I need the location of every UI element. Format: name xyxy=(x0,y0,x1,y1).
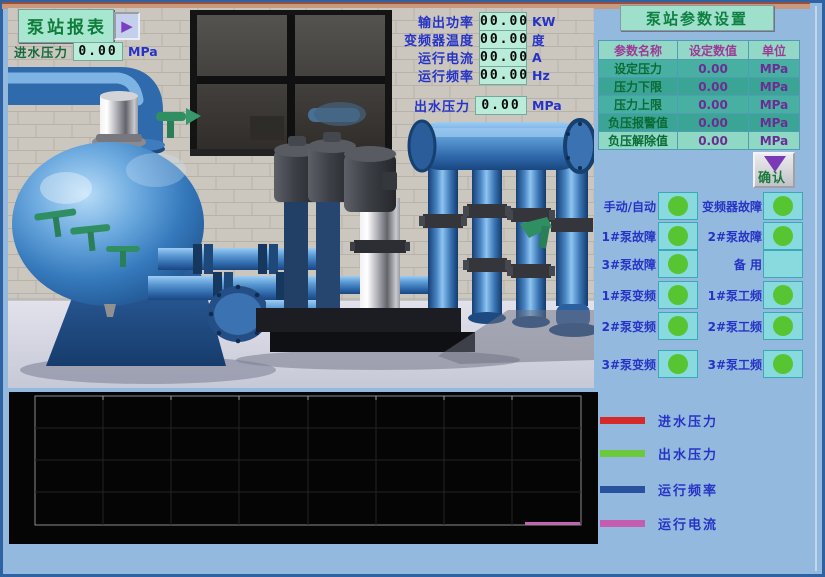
output-power-readout: 输出功率 00.00 KW xyxy=(308,13,560,30)
indicator-label-pump3-fault: 3#泵故障 xyxy=(602,256,656,273)
param-name: 负压报警值 xyxy=(599,114,677,131)
inverter-temp-label: 变频器温度 xyxy=(404,30,474,49)
run-current-value: 00.00 xyxy=(479,48,527,67)
indicator-label-manual-auto: 手动/自动 xyxy=(604,198,656,215)
param-unit: MPa xyxy=(749,132,799,149)
output-power-unit: KW xyxy=(532,14,560,29)
indicator-label-pump1-fault: 1#泵故障 xyxy=(602,228,656,245)
indicator-pump1-mains xyxy=(763,281,803,309)
indicator-pump1-fault xyxy=(658,222,698,250)
indicator-vfd-fault xyxy=(763,192,803,220)
indicator-manual-auto xyxy=(658,192,698,220)
param-value-field[interactable]: 0.00 xyxy=(678,96,748,113)
indicator-pump2-vfd xyxy=(658,312,698,340)
indicator-label-vfd-fault: 变频器故障 xyxy=(702,198,762,215)
indicator-pump3-vfd xyxy=(658,350,698,378)
lamp-icon xyxy=(668,316,688,336)
legend-swatch-run-frequency xyxy=(600,486,645,493)
output-power-value: 00.00 xyxy=(479,12,527,31)
run-frequency-value: 00.00 xyxy=(479,66,527,85)
legend-label-outlet-pressure: 出水压力 xyxy=(658,444,718,463)
inverter-temp-value: 00.00 xyxy=(479,30,527,49)
indicator-label-pump2-fault: 2#泵故障 xyxy=(708,228,762,245)
col-header-value: 设定数值 xyxy=(678,41,748,59)
trend-chart xyxy=(9,392,598,544)
legend-label-inlet-pressure: 进水压力 xyxy=(658,411,718,430)
param-value-field[interactable]: 0.00 xyxy=(678,60,748,77)
run-current-unit: A xyxy=(532,50,560,65)
inverter-temp-unit: 度 xyxy=(532,30,560,49)
run-frequency-unit: Hz xyxy=(532,68,560,83)
param-value-field[interactable]: 0.00 xyxy=(678,78,748,95)
lamp-icon xyxy=(773,285,793,305)
inlet-pressure-value: 0.00 xyxy=(73,42,123,61)
param-value-field[interactable]: 0.00 xyxy=(678,114,748,131)
confirm-button[interactable]: 确认 xyxy=(753,152,795,188)
indicator-label-pump3-mains: 3#泵工频 xyxy=(708,356,762,373)
inlet-pressure-label: 进水压力 xyxy=(14,42,68,61)
run-frequency-label: 运行频率 xyxy=(418,66,474,85)
indicator-label-spare: 备 用 xyxy=(734,256,762,273)
run-current-readout: 运行电流 00.00 A xyxy=(308,49,560,66)
param-name: 负压解除值 xyxy=(599,132,677,149)
lamp-icon xyxy=(773,226,793,246)
indicator-pump3-mains xyxy=(763,350,803,378)
col-header-unit: 单位 xyxy=(749,41,799,59)
indicator-label-pump3-vfd: 3#泵变频 xyxy=(602,356,656,373)
indicator-label-pump1-mains: 1#泵工频 xyxy=(708,287,762,304)
lamp-icon xyxy=(668,226,688,246)
run-frequency-readout: 运行频率 00.00 Hz xyxy=(308,67,560,84)
lamp-icon xyxy=(668,196,688,216)
confirm-button-label: 确认 xyxy=(758,167,786,186)
report-button-label: 泵站报表 xyxy=(18,9,114,43)
lamp-icon xyxy=(668,285,688,305)
inverter-temp-readout: 变频器温度 00.00 度 xyxy=(308,31,560,48)
outlet-pressure-readout: 出水压力 0.00 MPa xyxy=(308,97,560,114)
param-unit: MPa xyxy=(749,78,799,95)
legend-label-run-frequency: 运行频率 xyxy=(658,480,718,499)
legend-swatch-outlet-pressure xyxy=(600,450,645,457)
report-button[interactable]: 泵站报表 ▶ xyxy=(18,9,140,43)
outlet-pressure-value: 0.00 xyxy=(475,96,527,115)
parameter-table: 参数名称 设定数值 单位 设定压力 0.00 MPa 压力下限 0.00 MPa… xyxy=(598,40,800,150)
indicator-pump3-fault xyxy=(658,250,698,278)
param-value-field[interactable]: 0.00 xyxy=(678,132,748,149)
lamp-icon xyxy=(773,316,793,336)
param-unit: MPa xyxy=(749,96,799,113)
inlet-pressure-readout: 进水压力 0.00 MPa xyxy=(14,42,158,61)
indicator-label-pump2-mains: 2#泵工频 xyxy=(708,318,762,335)
settings-panel-title: 泵站参数设置 xyxy=(620,5,774,31)
indicator-label-pump2-vfd: 2#泵变频 xyxy=(602,318,656,335)
trend-chart-plot xyxy=(9,392,598,544)
play-icon[interactable]: ▶ xyxy=(114,12,140,40)
settings-panel: 泵站参数设置 参数名称 设定数值 单位 设定压力 0.00 MPa 压力下限 0… xyxy=(596,0,825,577)
outlet-pressure-unit: MPa xyxy=(532,98,560,113)
lamp-icon xyxy=(773,354,793,374)
param-unit: MPa xyxy=(749,60,799,77)
pump-station-3d-view: 泵站报表 ▶ 进水压力 0.00 MPa 输出功率 00.00 KW 变频器温度… xyxy=(8,8,594,388)
lamp-icon xyxy=(668,354,688,374)
run-current-label: 运行电流 xyxy=(418,48,474,67)
param-name: 压力下限 xyxy=(599,78,677,95)
outlet-pressure-label: 出水压力 xyxy=(414,96,470,115)
indicator-pump2-mains xyxy=(763,312,803,340)
lamp-icon xyxy=(773,196,793,216)
inlet-pressure-unit: MPa xyxy=(128,44,158,59)
indicator-pump1-vfd xyxy=(658,281,698,309)
legend-swatch-run-current xyxy=(600,520,645,527)
param-name: 设定压力 xyxy=(599,60,677,77)
frame-inner-line xyxy=(815,6,817,571)
param-name: 压力上限 xyxy=(599,96,677,113)
legend-swatch-inlet-pressure xyxy=(600,417,645,424)
output-power-label: 输出功率 xyxy=(418,12,474,31)
indicator-spare xyxy=(763,250,803,278)
legend-label-run-current: 运行电流 xyxy=(658,514,718,533)
param-unit: MPa xyxy=(749,114,799,131)
discharge-manifold xyxy=(409,120,594,172)
col-header-name: 参数名称 xyxy=(599,41,677,59)
indicator-label-pump1-vfd: 1#泵变频 xyxy=(602,287,656,304)
pump-station-hmi-screen: 泵站报表 ▶ 进水压力 0.00 MPa 输出功率 00.00 KW 变频器温度… xyxy=(0,0,825,577)
indicator-pump2-fault xyxy=(763,222,803,250)
lamp-icon xyxy=(668,254,688,274)
